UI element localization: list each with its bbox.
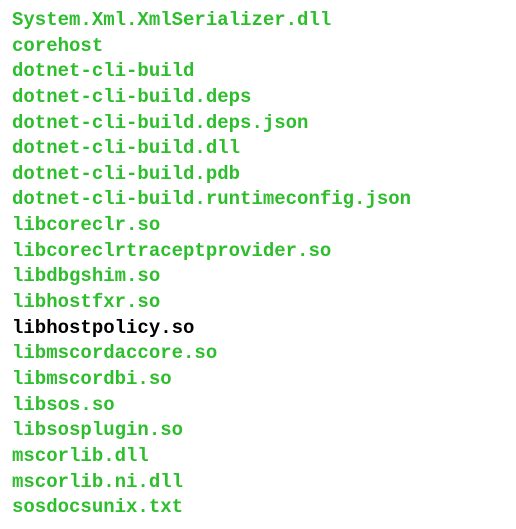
list-item: dotnet-cli-build.dll (12, 136, 504, 162)
list-item: sosdocsunix.txt (12, 495, 504, 521)
list-item: libhostpolicy.so (12, 316, 504, 342)
list-item: libsos.so (12, 393, 504, 419)
list-item: libdbgshim.so (12, 264, 504, 290)
list-item: dotnet-cli-build.runtimeconfig.json (12, 187, 504, 213)
list-item: dotnet-cli-build.deps (12, 85, 504, 111)
list-item: libsosplugin.so (12, 418, 504, 444)
list-item: dotnet-cli-build.deps.json (12, 111, 504, 137)
list-item: libcoreclrtraceptprovider.so (12, 239, 504, 265)
list-item: System.Xml.XmlSerializer.dll (12, 8, 504, 34)
list-item: dotnet-cli-build.pdb (12, 162, 504, 188)
list-item: mscorlib.dll (12, 444, 504, 470)
list-item: libhostfxr.so (12, 290, 504, 316)
list-item: corehost (12, 34, 504, 60)
list-item: libcoreclr.so (12, 213, 504, 239)
list-item: dotnet-cli-build (12, 59, 504, 85)
list-item: libmscordaccore.so (12, 341, 504, 367)
list-item: mscorlib.ni.dll (12, 470, 504, 496)
list-item: libmscordbi.so (12, 367, 504, 393)
file-list: System.Xml.XmlSerializer.dll corehost do… (12, 8, 504, 521)
